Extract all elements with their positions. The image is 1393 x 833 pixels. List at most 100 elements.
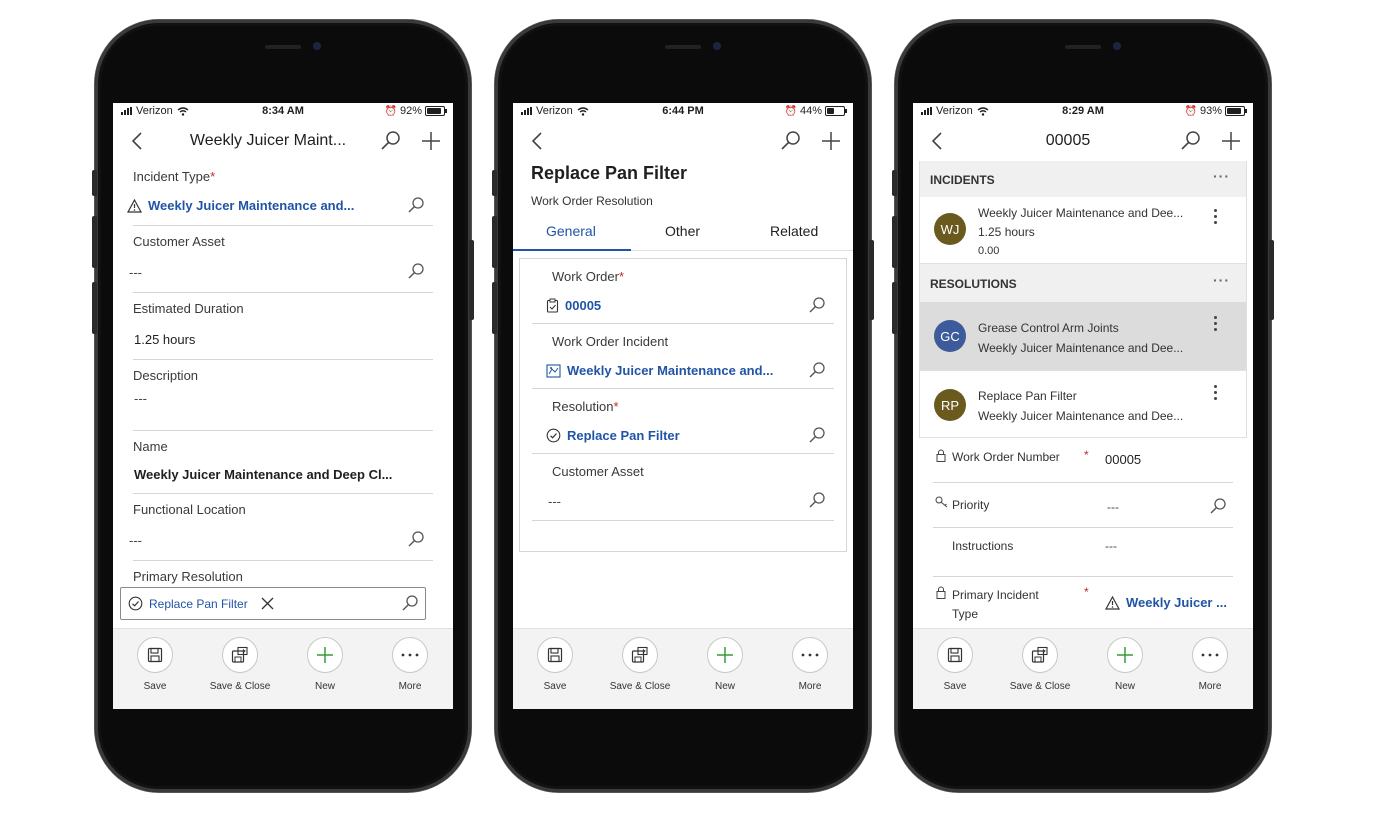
lock-icon <box>936 449 946 462</box>
lookup-search-icon[interactable] <box>407 196 425 214</box>
more-button[interactable]: More <box>770 637 850 692</box>
field-incident-type[interactable]: Incident Type* Weekly Juicer Maintenance… <box>127 161 433 226</box>
estimated-duration-value: 1.25 hours <box>134 332 196 347</box>
lookup-search-icon[interactable] <box>808 426 826 444</box>
save-close-icon <box>1031 646 1048 663</box>
search-icon[interactable] <box>779 129 803 153</box>
alarm-icon: ⏰ <box>384 105 397 117</box>
back-chevron-icon[interactable] <box>527 130 549 152</box>
work-order-value[interactable]: 00005 <box>565 298 601 313</box>
field-customer-asset[interactable]: Customer Asset --- <box>532 454 834 521</box>
field-customer-asset[interactable]: Customer Asset --- <box>129 226 433 293</box>
speaker <box>1065 45 1101 49</box>
save-close-button[interactable]: Save & Close <box>600 637 680 692</box>
back-chevron-icon[interactable] <box>127 130 149 152</box>
primary-incident-type-value[interactable]: Weekly Juicer ... <box>1126 595 1227 610</box>
lookup-search-icon[interactable] <box>808 491 826 509</box>
new-button[interactable]: New <box>285 637 365 692</box>
save-button[interactable]: Save <box>915 637 995 692</box>
command-bar: Save Save & Close New More <box>113 628 453 709</box>
customer-asset-value: --- <box>548 494 561 509</box>
screen-work-order-resolution: Verizon 6:44 PM ⏰ 44% Replace Pan Filter … <box>513 103 853 709</box>
resolution-value[interactable]: Replace Pan Filter <box>567 428 680 443</box>
list-item-resolution-selected[interactable]: GC Grease Control Arm Joints Weekly Juic… <box>920 302 1246 371</box>
row-more-icon[interactable] <box>1214 385 1218 403</box>
work-order-incident-value[interactable]: Weekly Juicer Maintenance and... <box>567 363 773 378</box>
search-icon[interactable] <box>1179 129 1203 153</box>
incident-type-value[interactable]: Weekly Juicer Maintenance and... <box>148 198 354 213</box>
field-functional-location[interactable]: Functional Location --- <box>129 494 433 561</box>
lookup-search-icon[interactable] <box>407 530 425 548</box>
back-chevron-icon[interactable] <box>927 130 949 152</box>
field-work-order-number[interactable]: Work Order Number * 00005 <box>933 438 1233 483</box>
key-icon <box>935 496 948 508</box>
more-icon <box>1201 653 1219 657</box>
screen-work-order: Verizon 8:29 AM ⏰ 93% 00005 INCIDENTS ···… <box>913 103 1253 709</box>
list-item-incident[interactable]: WJ Weekly Juicer Maintenance and Dee... … <box>920 197 1246 264</box>
functional-location-value: --- <box>129 533 142 548</box>
field-primary-incident-type[interactable]: Primary Incident Type * Weekly Juicer ..… <box>933 577 1233 629</box>
field-instructions[interactable]: Instructions --- <box>933 528 1233 577</box>
save-close-button[interactable]: Save & Close <box>1000 637 1080 692</box>
save-close-button[interactable]: Save & Close <box>200 637 280 692</box>
tab-related[interactable]: Related <box>770 223 818 239</box>
resolutions-section-header: RESOLUTIONS ··· <box>920 264 1246 302</box>
field-name[interactable]: Name Weekly Juicer Maintenance and Deep … <box>133 431 433 494</box>
save-button[interactable]: Save <box>515 637 595 692</box>
command-bar: Save Save & Close New More <box>913 628 1253 709</box>
work-order-label: Work Order <box>552 269 619 284</box>
row-more-icon[interactable] <box>1214 316 1218 334</box>
resolution-subtitle: Weekly Juicer Maintenance and Dee... <box>978 409 1184 423</box>
more-button[interactable]: More <box>370 637 450 692</box>
clear-x-icon[interactable] <box>261 597 274 610</box>
more-button[interactable]: More <box>1170 637 1250 692</box>
tab-other[interactable]: Other <box>665 223 700 239</box>
phone-3: Verizon 8:29 AM ⏰ 93% 00005 INCIDENTS ···… <box>892 20 1274 792</box>
functional-location-label: Functional Location <box>133 502 246 517</box>
list-item-resolution[interactable]: RP Replace Pan Filter Weekly Juicer Main… <box>920 371 1246 438</box>
add-icon[interactable] <box>1219 129 1243 153</box>
field-estimated-duration[interactable]: Estimated Duration 1.25 hours <box>133 293 433 360</box>
add-icon[interactable] <box>419 129 443 153</box>
instructions-value: --- <box>1105 539 1117 553</box>
warning-icon <box>1105 595 1120 610</box>
header-title: 00005 <box>1045 132 1091 149</box>
header: 00005 <box>913 121 1253 161</box>
primary-resolution-value[interactable]: Replace Pan Filter <box>149 597 248 611</box>
lookup-search-icon[interactable] <box>407 262 425 280</box>
customer-asset-value: --- <box>129 265 142 280</box>
tab-general[interactable]: General <box>546 223 596 239</box>
required-marker: * <box>210 169 216 184</box>
lookup-search-icon[interactable] <box>1209 497 1227 515</box>
lookup-search-icon[interactable] <box>808 296 826 314</box>
search-icon[interactable] <box>379 129 403 153</box>
speaker <box>665 45 701 49</box>
field-priority[interactable]: Priority --- <box>933 483 1233 528</box>
save-close-label: Save & Close <box>609 681 671 692</box>
field-description[interactable]: Description --- <box>133 360 433 431</box>
lookup-search-icon[interactable] <box>808 361 826 379</box>
add-icon[interactable] <box>819 129 843 153</box>
lookup-search-icon[interactable] <box>401 594 419 612</box>
new-button[interactable]: New <box>685 637 765 692</box>
resolutions-heading: RESOLUTIONS <box>930 277 1017 291</box>
check-circle-icon <box>128 596 143 611</box>
required-marker: * <box>613 399 619 414</box>
header-title: Weekly Juicer Maint... <box>189 132 347 149</box>
field-work-order[interactable]: Work Order* 00005 <box>532 259 834 324</box>
field-primary-resolution[interactable]: Primary Resolution Replace Pan Filter <box>120 561 433 631</box>
save-label: Save <box>543 681 567 692</box>
section-menu-icon[interactable]: ··· <box>1213 157 1230 195</box>
resolution-title: Replace Pan Filter <box>978 389 1077 403</box>
save-button[interactable]: Save <box>115 637 195 692</box>
camera <box>1113 42 1121 50</box>
section-menu-icon[interactable]: ··· <box>1213 260 1230 300</box>
primary-resolution-input[interactable]: Replace Pan Filter <box>120 587 426 620</box>
required-marker: * <box>1084 448 1089 462</box>
field-resolution[interactable]: Resolution* Replace Pan Filter <box>532 389 834 454</box>
avatar: GC <box>934 320 966 352</box>
row-more-icon[interactable] <box>1214 209 1218 227</box>
field-work-order-incident[interactable]: Work Order Incident Weekly Juicer Mainte… <box>532 324 834 389</box>
new-button[interactable]: New <box>1085 637 1165 692</box>
battery-percent: 92% <box>399 105 422 117</box>
